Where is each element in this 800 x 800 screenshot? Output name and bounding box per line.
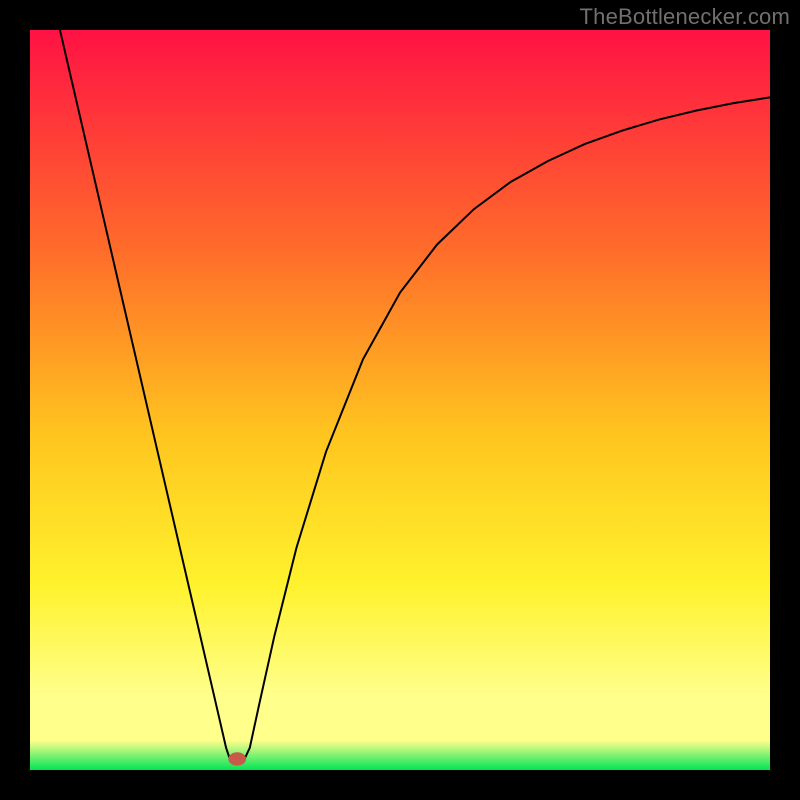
watermark-text: TheBottlenecker.com: [580, 4, 790, 30]
bottleneck-chart: [0, 0, 800, 800]
plot-area: [30, 30, 770, 770]
optimal-marker: [228, 752, 246, 765]
chart-container: TheBottlenecker.com: [0, 0, 800, 800]
